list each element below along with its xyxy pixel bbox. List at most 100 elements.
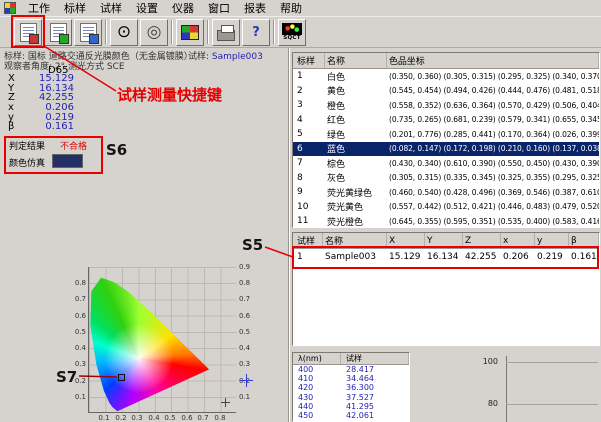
column-header[interactable]: 名称 bbox=[325, 53, 387, 68]
standard-number: 3 bbox=[293, 100, 325, 110]
sqct-button[interactable]: SQCT bbox=[278, 19, 306, 46]
column-header[interactable]: 试样 bbox=[341, 353, 409, 364]
help-button[interactable]: ? bbox=[242, 19, 270, 46]
x-tick-label: 0.2 bbox=[114, 414, 128, 422]
table-row[interactable]: 8 灰色 (0.305, 0.315) (0.335, 0.345) (0.32… bbox=[293, 171, 599, 186]
menu-item-settings[interactable]: 设置 bbox=[129, 1, 165, 16]
wavelength: 420 bbox=[293, 383, 341, 392]
y-tick-label: 0.5 bbox=[239, 328, 250, 336]
spectral-row[interactable]: 450 42.061 bbox=[293, 411, 409, 420]
standard-number: 8 bbox=[293, 173, 325, 183]
x-tick-label: 0.5 bbox=[163, 414, 177, 422]
annotation-shortcut-text: 试样测量快捷键 bbox=[117, 84, 222, 105]
crosshair-marker bbox=[240, 374, 253, 387]
reflectance-value: 37.527 bbox=[341, 393, 409, 402]
y-tick-label: 0.8 bbox=[70, 279, 86, 287]
standard-name: 棕色 bbox=[325, 157, 387, 170]
standard-number: 5 bbox=[293, 129, 325, 139]
table-row[interactable]: 5 绿色 (0.201, 0.776) (0.285, 0.441) (0.17… bbox=[293, 127, 599, 142]
y-tick-label: 0.4 bbox=[239, 344, 250, 352]
target-measure-button[interactable]: ⊙ bbox=[110, 19, 138, 46]
standard-name: 红色 bbox=[325, 113, 387, 126]
table-row[interactable]: 1 白色 (0.350, 0.360) (0.305, 0.315) (0.29… bbox=[293, 69, 599, 84]
y-tick-label: 0.7 bbox=[239, 295, 250, 303]
table-row-selected[interactable]: 6 蓝色 (0.082, 0.147) (0.172, 0.198) (0.21… bbox=[293, 142, 599, 157]
reflectance-value: 42.061 bbox=[341, 411, 409, 420]
table-row[interactable]: 3 橙色 (0.558, 0.352) (0.636, 0.364) (0.57… bbox=[293, 98, 599, 113]
column-header[interactable]: λ(nm) bbox=[293, 353, 341, 364]
standard-coords: (0.545, 0.454) (0.494, 0.426) (0.444, 0.… bbox=[387, 86, 599, 95]
sample-label: 试样: bbox=[188, 52, 209, 62]
standard-number: 10 bbox=[293, 202, 325, 212]
sqct-icon bbox=[282, 23, 302, 35]
chromaticity-diagram bbox=[88, 267, 236, 413]
standard-name: 荧光黄绿色 bbox=[325, 186, 387, 199]
spectral-row[interactable]: 420 36.300 bbox=[293, 383, 409, 392]
table-row[interactable]: 10 荧光黄色 (0.557, 0.442) (0.512, 0.421) (0… bbox=[293, 200, 599, 215]
standard-coords: (0.557, 0.442) (0.512, 0.421) (0.446, 0.… bbox=[387, 202, 599, 211]
spectral-row[interactable]: 440 41.295 bbox=[293, 402, 409, 411]
value-label: β bbox=[8, 122, 14, 132]
table-row[interactable]: 9 荧光黄绿色 (0.460, 0.540) (0.428, 0.496) (0… bbox=[293, 185, 599, 200]
print-button[interactable] bbox=[212, 19, 240, 46]
spectral-row[interactable]: 400 28.417 bbox=[293, 365, 409, 374]
data-list-button[interactable] bbox=[74, 19, 102, 46]
sample-point-marker[interactable] bbox=[118, 374, 125, 381]
app-icon bbox=[4, 2, 16, 14]
standard-coords: (0.645, 0.355) (0.595, 0.351) (0.535, 0.… bbox=[387, 217, 599, 226]
table-row[interactable]: 11 荧光橙色 (0.645, 0.355) (0.595, 0.351) (0… bbox=[293, 214, 599, 228]
standard-number: 11 bbox=[293, 216, 325, 226]
menu-item-standard[interactable]: 标样 bbox=[57, 1, 93, 16]
standard-number: 2 bbox=[293, 86, 325, 96]
axis-cross-marker bbox=[221, 398, 230, 407]
standard-coords: (0.201, 0.776) (0.285, 0.441) (0.170, 0.… bbox=[387, 130, 599, 139]
panel-divider[interactable] bbox=[288, 48, 290, 422]
menu-item-sample[interactable]: 试样 bbox=[93, 1, 129, 16]
app-window: 工作 标样 试样 设置 仪器 窗口 报表 帮助 ⊙ ◎ bbox=[0, 0, 601, 422]
annotation-box-toolbar bbox=[11, 15, 45, 48]
calibration-button[interactable]: ◎ bbox=[140, 19, 168, 46]
chart-gridline-80 bbox=[506, 404, 598, 405]
table-row[interactable]: 4 红色 (0.735, 0.265) (0.681, 0.239) (0.57… bbox=[293, 113, 599, 128]
y-tick-label: 0.9 bbox=[239, 263, 250, 271]
data-list-icon bbox=[80, 23, 97, 42]
menu-item-work[interactable]: 工作 bbox=[21, 1, 57, 16]
standard-coords: (0.305, 0.315) (0.335, 0.345) (0.325, 0.… bbox=[387, 173, 599, 182]
standard-name: 蓝色 bbox=[325, 142, 387, 155]
standard-coords: (0.735, 0.265) (0.681, 0.239) (0.579, 0.… bbox=[387, 115, 599, 124]
sqct-label: SQCT bbox=[283, 35, 301, 42]
column-header[interactable]: 色品坐标 bbox=[387, 53, 599, 68]
menu-bar: 工作 标样 试样 设置 仪器 窗口 报表 帮助 bbox=[0, 0, 601, 17]
wavelength: 410 bbox=[293, 374, 341, 383]
menu-item-report[interactable]: 报表 bbox=[237, 1, 273, 16]
standard-coords: (0.430, 0.340) (0.610, 0.390) (0.550, 0.… bbox=[387, 159, 599, 168]
standard-number: 7 bbox=[293, 158, 325, 168]
table-row[interactable]: 7 棕色 (0.430, 0.340) (0.610, 0.390) (0.55… bbox=[293, 156, 599, 171]
measure-standard-button[interactable] bbox=[44, 19, 72, 46]
standard-coords: (0.350, 0.360) (0.305, 0.315) (0.295, 0.… bbox=[387, 72, 599, 81]
standard-name: 荧光黄色 bbox=[325, 200, 387, 213]
standard-name: 绿色 bbox=[325, 128, 387, 141]
annotation-s7: S7 bbox=[56, 368, 77, 386]
standard-name: 橙色 bbox=[325, 99, 387, 112]
standards-table-header: 标样 名称 色品坐标 bbox=[293, 53, 599, 69]
x-tick-label: 0.4 bbox=[147, 414, 161, 422]
color-options-button[interactable] bbox=[176, 19, 204, 46]
spectral-table: λ(nm) 试样 400 28.417 410 34.464 420 36.30… bbox=[292, 352, 410, 422]
menu-item-instrument[interactable]: 仪器 bbox=[165, 1, 201, 16]
spectral-row[interactable]: 430 37.527 bbox=[293, 393, 409, 402]
value-row-beta: β 0.161 bbox=[8, 122, 74, 132]
y-tick-label: 0.1 bbox=[70, 393, 86, 401]
tristimulus-values: X 15.129 Y 16.134 Z 42.255 x 0.206 y 0.2… bbox=[8, 74, 74, 132]
y-tick-label: 0.3 bbox=[239, 360, 250, 368]
x-tick-label: 0.8 bbox=[213, 414, 227, 422]
help-icon: ? bbox=[252, 25, 260, 40]
spectral-row[interactable]: 410 34.464 bbox=[293, 374, 409, 383]
reflectance-value: 41.295 bbox=[341, 402, 409, 411]
column-header[interactable]: 标样 bbox=[293, 53, 325, 68]
menu-item-help[interactable]: 帮助 bbox=[273, 1, 309, 16]
y-tick-label: 0.1 bbox=[239, 393, 250, 401]
menu-item-window[interactable]: 窗口 bbox=[201, 1, 237, 16]
toolbar: ⊙ ◎ ? SQCT bbox=[0, 17, 601, 48]
table-row[interactable]: 2 黄色 (0.545, 0.454) (0.494, 0.426) (0.44… bbox=[293, 84, 599, 99]
